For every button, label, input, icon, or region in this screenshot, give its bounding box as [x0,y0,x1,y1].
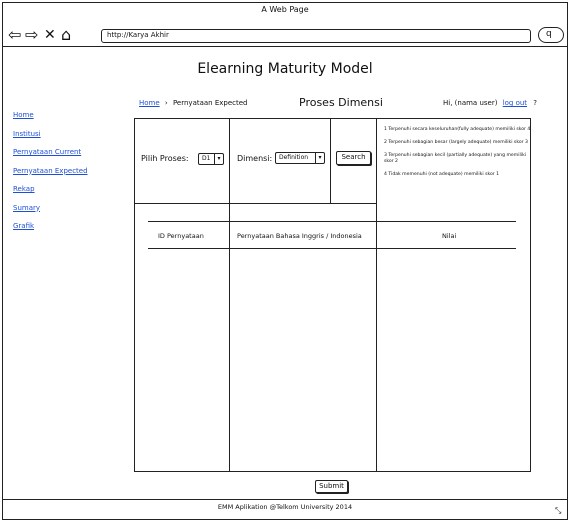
sidebar-item-home[interactable]: Home [13,111,123,119]
footer-divider [3,499,567,500]
proses-select-value: D1 [202,155,211,162]
sidebar-item-rekap[interactable]: Rekap [13,185,123,193]
legend-item: 4 Tidak memenuhi (not adequate) memiliki… [384,172,500,177]
table-header-top-rule [148,221,516,222]
sidebar-item-pernyataan-expected[interactable]: Pernyataan Expected [13,167,123,175]
user-greeting: Hi, (nama user) log out ? [443,99,537,107]
toolbar-divider [3,46,567,47]
submit-button[interactable]: Submit [315,480,348,493]
proses-label: Pilih Proses: [141,154,189,163]
sidebar-item-grafik[interactable]: Grafik [13,222,123,230]
address-bar[interactable]: http://Karya Akhir [101,29,531,43]
breadcrumb-separator-icon: › [164,99,168,107]
back-icon[interactable]: ⇦ [8,27,21,43]
column-header-id: ID Pernyataan [158,232,204,240]
filter-row-divider [134,203,376,204]
column-header-nilai: Nilai [442,232,457,240]
sidebar-item-pernyataan-current[interactable]: Pernyataan Current [13,148,123,156]
footer-text: EMM Aplikation @Telkom University 2014 [217,503,353,511]
column-header-pernyataan: Pernyataan Bahasa Inggris / Indonesia [237,232,362,240]
column-divider [376,118,377,472]
logout-link[interactable]: log out [503,99,527,107]
legend-item: 3 Terpenuhi sebagian kecil (partially ad… [384,153,527,164]
search-icon[interactable]: q [538,27,564,43]
browser-toolbar: ⇦ ⇨ ✕ ⌂ http://Karya Akhir q [3,21,567,49]
help-icon[interactable]: ? [533,99,537,107]
chevron-down-icon: ▾ [315,152,324,164]
search-button[interactable]: Search [336,151,371,165]
resize-grip-icon[interactable]: ⤡ [555,506,561,516]
close-icon[interactable]: ✕ [44,27,56,43]
dimensi-label: Dimensi: [237,154,273,163]
sidebar-item-institusi[interactable]: Institusi [13,130,123,138]
sidebar-item-sumary[interactable]: Sumary [13,204,123,212]
legend-item: 1 Terpenuhi secara keseluruhan(fully ade… [384,127,531,132]
window-title: A Web Page [261,5,309,14]
forward-icon[interactable]: ⇨ [25,27,38,43]
breadcrumb-current: Pernyataan Expected [172,99,248,107]
dimensi-select[interactable]: Definition ▾ [275,152,325,164]
sidebar: Home Institusi Pernyataan Current Pernya… [13,111,123,241]
home-icon[interactable]: ⌂ [61,27,71,43]
breadcrumb-home-link[interactable]: Home [139,99,160,107]
page-title: Elearning Maturity Model [197,61,373,77]
column-divider [229,118,230,472]
legend-item: 2 Terpenuhi sebagian besar (largely adeq… [384,140,528,145]
proses-select[interactable]: D1 ▾ [198,153,224,165]
breadcrumb: Home › Pernyataan Expected [139,99,248,107]
column-divider [330,118,331,204]
section-title: Proses Dimensi [299,96,383,109]
dimensi-select-value: Definition [279,154,309,161]
chevron-down-icon: ▾ [214,153,223,165]
score-legend: 1 Terpenuhi secara keseluruhan(fully ade… [384,127,534,185]
user-name: Hi, (nama user) [443,99,498,107]
table-header-bottom-rule [148,248,516,249]
